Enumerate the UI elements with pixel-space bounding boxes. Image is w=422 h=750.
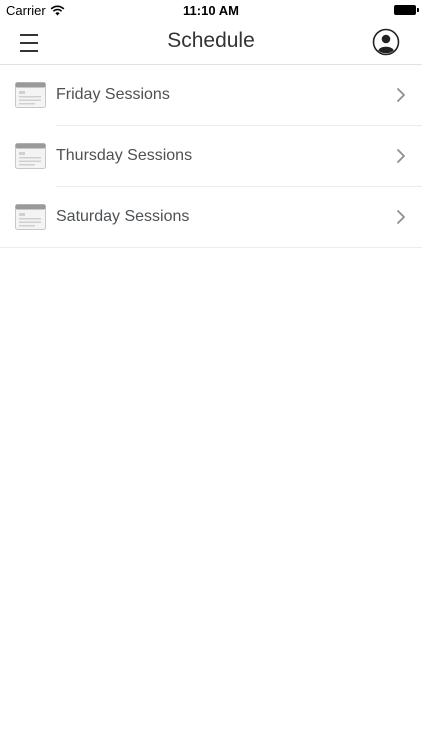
session-label: Friday Sessions [56,86,170,103]
navigation-bar: Schedule [0,22,422,65]
session-row-saturday[interactable]: Saturday Sessions [0,187,422,248]
chevron-right-icon [397,88,405,102]
calendar-icon [15,143,46,169]
chevron-right-icon [397,210,405,224]
session-row-friday[interactable]: Friday Sessions [0,65,422,126]
status-time: 11:10 AM [183,3,239,18]
session-list: Friday Sessions Thursday Sessions Saturd [0,65,422,248]
user-profile-icon[interactable] [372,28,400,56]
session-label: Saturday Sessions [56,208,190,225]
session-row-thursday[interactable]: Thursday Sessions [0,126,422,187]
session-label: Thursday Sessions [56,147,193,164]
page-title: Schedule [167,29,255,52]
calendar-icon [15,82,46,108]
battery-icon [394,5,419,15]
status-bar: Carrier 11:10 AM [0,0,422,22]
chevron-right-icon [397,149,405,163]
calendar-icon [15,204,46,230]
